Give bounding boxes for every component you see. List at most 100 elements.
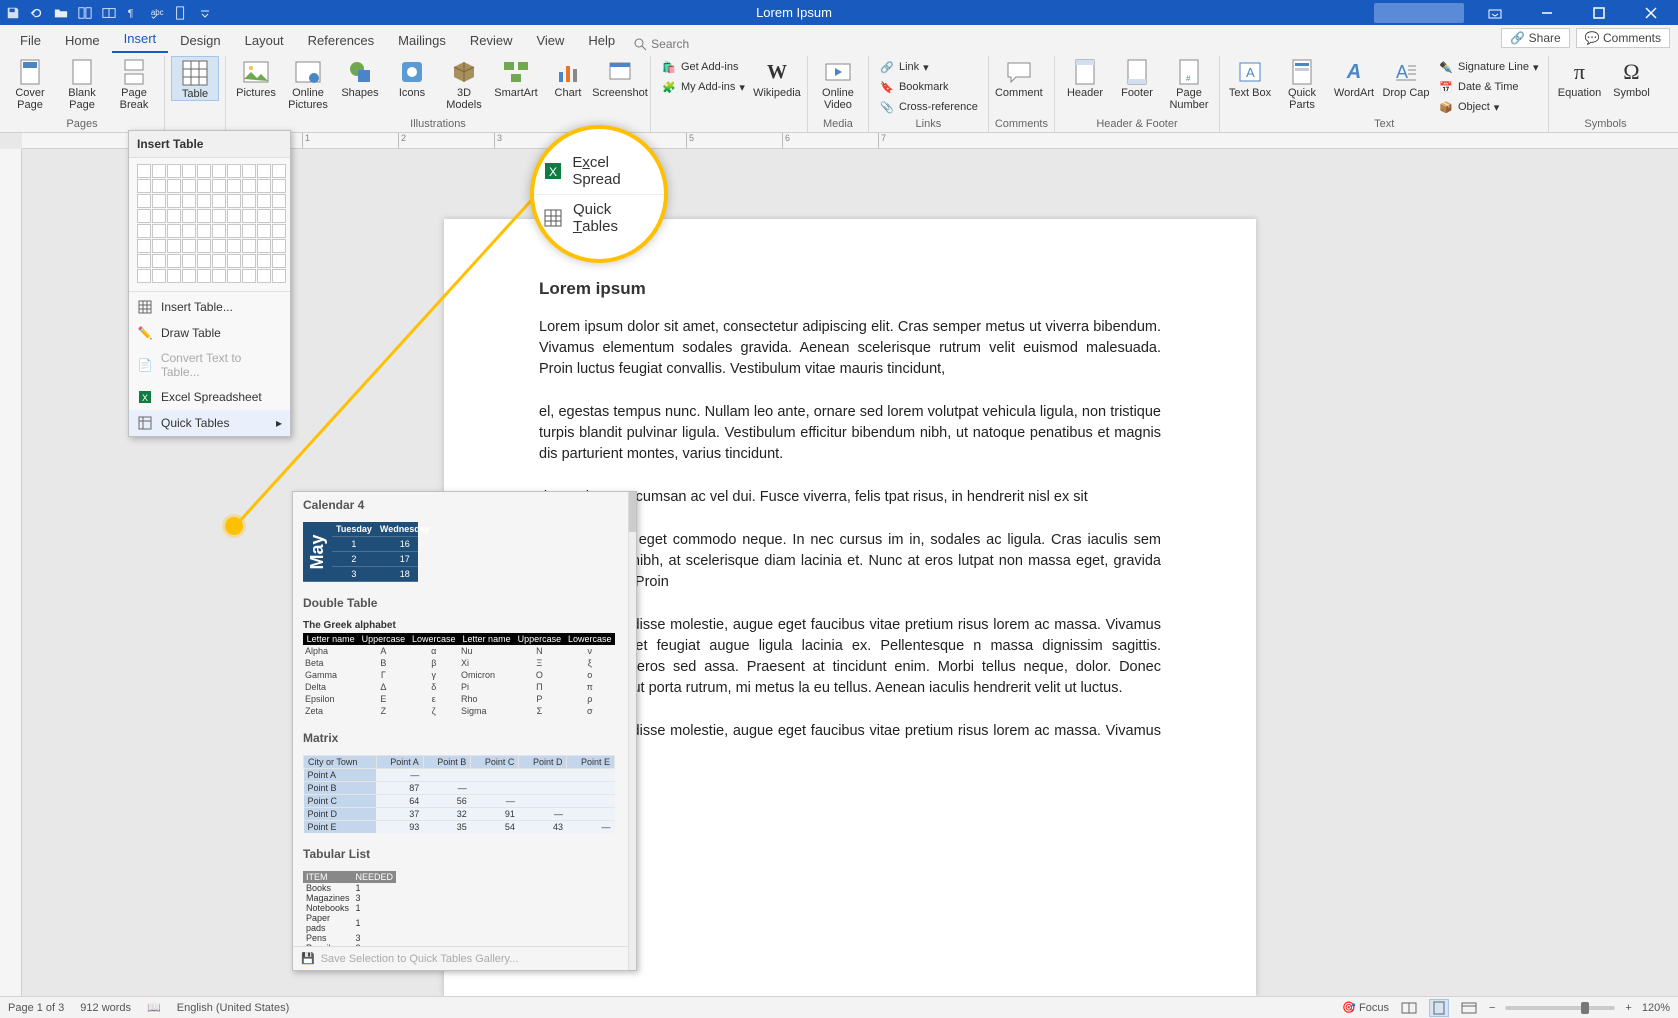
tab-home[interactable]: Home: [53, 28, 112, 53]
grid-cell[interactable]: [272, 209, 286, 223]
dropcap-button[interactable]: ADrop Cap: [1382, 56, 1430, 99]
screenshot-button[interactable]: Screenshot: [596, 56, 644, 99]
grid-cell[interactable]: [182, 239, 196, 253]
gallery-scrollbar[interactable]: [628, 492, 636, 970]
double-table-preview[interactable]: The Greek alphabet Letter nameUppercaseL…: [303, 620, 626, 717]
grid-cell[interactable]: [167, 269, 181, 283]
grid-cell[interactable]: [197, 254, 211, 268]
grid-cell[interactable]: [152, 164, 166, 178]
zoom-level[interactable]: 120%: [1642, 1002, 1670, 1014]
symbol-button[interactable]: ΩSymbol: [1607, 56, 1655, 99]
icons-button[interactable]: Icons: [388, 56, 436, 99]
grid-cell[interactable]: [152, 269, 166, 283]
zoom-out-button[interactable]: −: [1489, 1002, 1495, 1014]
table-size-grid[interactable]: [129, 158, 290, 289]
cover-page-button[interactable]: Cover Page: [6, 56, 54, 111]
grid-cell[interactable]: [272, 194, 286, 208]
header-button[interactable]: Header: [1061, 56, 1109, 99]
grid-cell[interactable]: [242, 194, 256, 208]
print-layout-button[interactable]: [1429, 999, 1449, 1017]
tab-references[interactable]: References: [296, 28, 386, 53]
grid-cell[interactable]: [167, 194, 181, 208]
grid-cell[interactable]: [227, 224, 241, 238]
grid-cell[interactable]: [257, 254, 271, 268]
scrollbar-thumb[interactable]: [629, 492, 636, 532]
grid-cell[interactable]: [167, 179, 181, 193]
comment-button[interactable]: Comment: [995, 56, 1043, 99]
grid-cell[interactable]: [227, 254, 241, 268]
status-spellcheck-icon[interactable]: 📖: [147, 1001, 161, 1014]
document-heading[interactable]: Lorem ipsum: [539, 279, 1161, 299]
grid-cell[interactable]: [182, 164, 196, 178]
minimize-icon[interactable]: [1524, 0, 1570, 25]
grid-cell[interactable]: [152, 194, 166, 208]
grid-cell[interactable]: [272, 254, 286, 268]
grid-cell[interactable]: [257, 179, 271, 193]
grid-cell[interactable]: [182, 194, 196, 208]
tab-design[interactable]: Design: [168, 28, 232, 53]
grid-cell[interactable]: [152, 224, 166, 238]
calendar4-preview[interactable]: MayTuesdayWednesday116217318: [303, 522, 626, 582]
grid-cell[interactable]: [182, 224, 196, 238]
grid-cell[interactable]: [257, 164, 271, 178]
web-layout-button[interactable]: [1459, 999, 1479, 1017]
signature-line-button[interactable]: ✒️Signature Line ▾: [1434, 58, 1542, 76]
zoom-in-button[interactable]: +: [1625, 1002, 1631, 1014]
grid-cell[interactable]: [212, 179, 226, 193]
grid-cell[interactable]: [227, 269, 241, 283]
grid-cell[interactable]: [272, 224, 286, 238]
get-addins-button[interactable]: 🛍️Get Add-ins: [657, 58, 749, 76]
grid-cell[interactable]: [137, 194, 151, 208]
grid-cell[interactable]: [137, 209, 151, 223]
grid-cell[interactable]: [182, 269, 196, 283]
blank-page-button[interactable]: Blank Page: [58, 56, 106, 111]
grid-cell[interactable]: [167, 239, 181, 253]
zoom-slider[interactable]: [1505, 1006, 1615, 1010]
grid-cell[interactable]: [182, 254, 196, 268]
grid-cell[interactable]: [137, 269, 151, 283]
document-paragraph[interactable]: el, egestas tempus nunc. Nullam leo ante…: [539, 402, 1161, 465]
status-words[interactable]: 912 words: [80, 1002, 131, 1014]
grid-cell[interactable]: [197, 239, 211, 253]
tab-insert[interactable]: Insert: [112, 26, 169, 53]
grid-cell[interactable]: [257, 224, 271, 238]
grid-cell[interactable]: [212, 194, 226, 208]
page-number-button[interactable]: #Page Number: [1165, 56, 1213, 111]
datetime-button[interactable]: 📅Date & Time: [1434, 78, 1542, 96]
undo-icon[interactable]: [28, 4, 46, 22]
footer-button[interactable]: Footer: [1113, 56, 1161, 99]
draw-table-menu-item[interactable]: ✏️Draw Table: [129, 320, 290, 346]
grid-cell[interactable]: [197, 179, 211, 193]
grid-cell[interactable]: [167, 224, 181, 238]
vertical-ruler[interactable]: [0, 149, 22, 996]
equation-button[interactable]: πEquation: [1555, 56, 1603, 99]
wikipedia-button[interactable]: WWikipedia: [753, 56, 801, 99]
grid-cell[interactable]: [137, 224, 151, 238]
search-box[interactable]: Search: [627, 35, 695, 53]
grid-cell[interactable]: [152, 254, 166, 268]
pilcrow-icon[interactable]: ¶: [124, 4, 142, 22]
grid-cell[interactable]: [137, 179, 151, 193]
grid-cell[interactable]: [212, 254, 226, 268]
grid-cell[interactable]: [212, 239, 226, 253]
online-video-button[interactable]: Online Video: [814, 56, 862, 111]
grid-cell[interactable]: [257, 209, 271, 223]
tab-file[interactable]: File: [8, 28, 53, 53]
grid-cell[interactable]: [212, 224, 226, 238]
grid-cell[interactable]: [152, 179, 166, 193]
grid-cell[interactable]: [137, 164, 151, 178]
document-paragraph[interactable]: Lorem ipsum dolor sit amet, consectetur …: [539, 317, 1161, 380]
grid-cell[interactable]: [242, 254, 256, 268]
grid-cell[interactable]: [227, 164, 241, 178]
table-button[interactable]: Table: [171, 56, 219, 101]
grid-cell[interactable]: [272, 164, 286, 178]
grid-cell[interactable]: [137, 239, 151, 253]
ribbon-options-icon[interactable]: [1472, 0, 1518, 25]
online-pictures-button[interactable]: Online Pictures: [284, 56, 332, 111]
layout-icon[interactable]: [100, 4, 118, 22]
qat-dropdown-icon[interactable]: [196, 4, 214, 22]
grid-cell[interactable]: [227, 194, 241, 208]
spellcheck-icon[interactable]: abc: [148, 4, 166, 22]
quick-tables-menu-item[interactable]: Quick Tables▸: [129, 410, 290, 436]
grid-cell[interactable]: [197, 209, 211, 223]
